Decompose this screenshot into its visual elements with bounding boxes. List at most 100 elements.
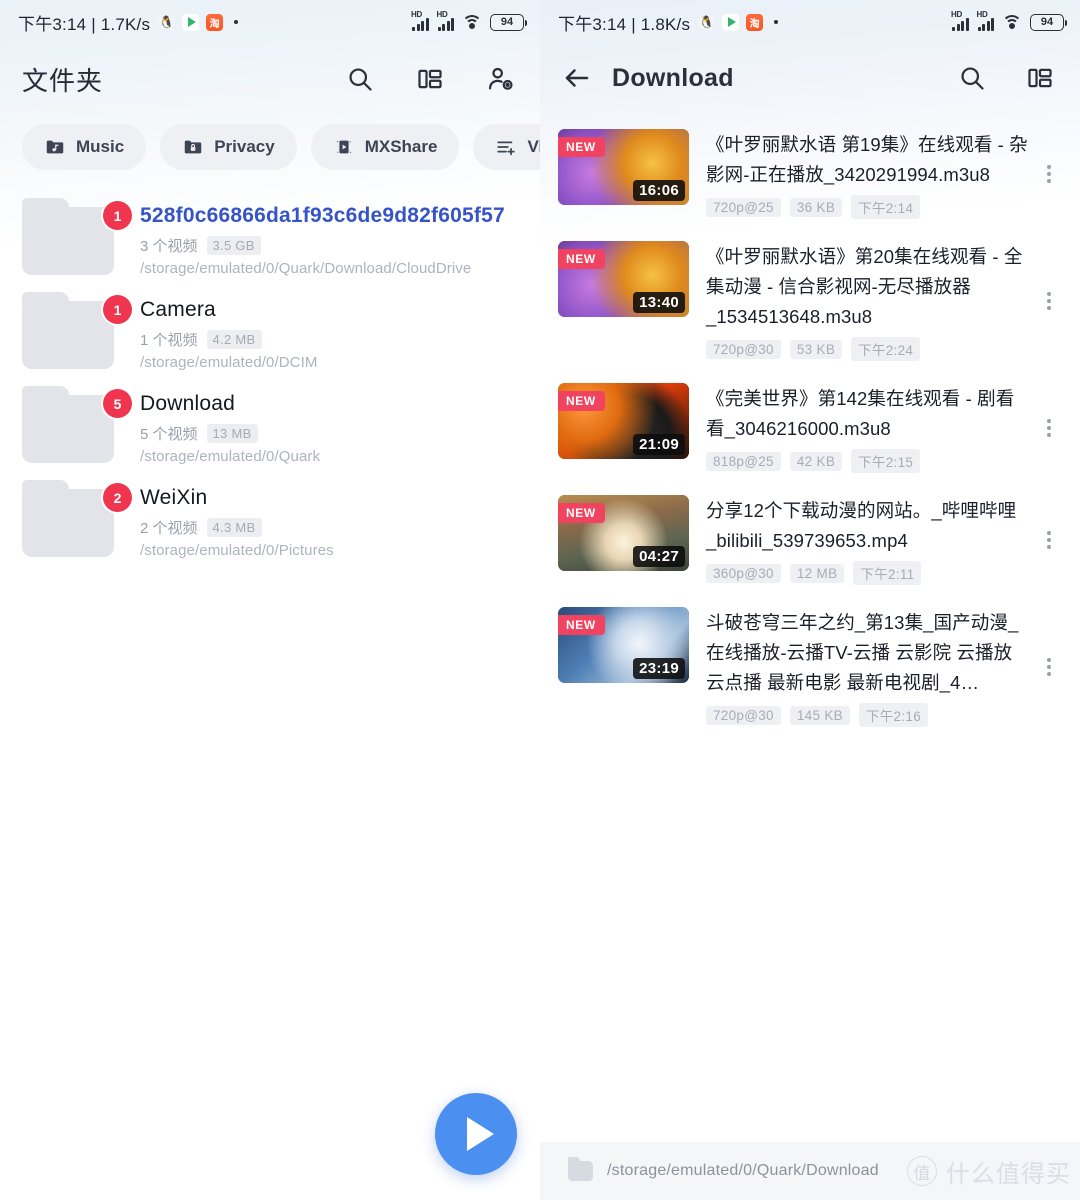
chip-label: Privacy	[214, 137, 275, 156]
more-notifications-dot	[774, 20, 779, 24]
left-status-bar: 下午3:14 | 1.7K/s 🐧 淘 HD HD 94	[0, 0, 540, 44]
folder-video-count: 2 个视频	[140, 520, 198, 537]
filter-chips-row[interactable]: Music Privacy MXShare Video l	[0, 102, 540, 170]
page-title: 文件夹	[22, 65, 104, 96]
video-meta: 《叶罗丽默水语 第19集》在线观看 - 杂影网-正在播放_3420291994.…	[689, 129, 1034, 219]
folder-path: /storage/emulated/0/Quark	[140, 448, 321, 465]
taobao-icon: 淘	[746, 13, 764, 31]
more-notifications-dot	[234, 20, 239, 24]
overflow-menu-icon[interactable]	[1034, 289, 1064, 313]
video-size: 12 MB	[789, 563, 845, 583]
layout-icon[interactable]	[1026, 64, 1054, 92]
chip-mxshare[interactable]: MXShare	[310, 124, 460, 170]
folder-list: 1 528f0c66866da1f93c6de9d82f605f57 3 个视频…	[0, 170, 540, 568]
status-system-icons: HD HD 94	[411, 10, 527, 32]
folder-video-count: 5 个视频	[140, 426, 198, 443]
video-duration: 21:09	[633, 434, 685, 455]
new-badge: NEW	[558, 249, 605, 269]
video-meta: 斗破苍穹三年之约_第13集_国产动漫_在线播放-云播TV-云播 云影院 云播放 …	[689, 607, 1034, 727]
chip-music[interactable]: Music	[22, 124, 147, 170]
folder-row[interactable]: 5 Download 5 个视频 13 MB /storage/emulated…	[0, 380, 540, 474]
signal-icon-sim2: HD	[437, 10, 454, 32]
video-duration: 04:27	[633, 546, 685, 567]
overflow-menu-icon[interactable]	[1034, 528, 1064, 552]
chip-label: MXShare	[364, 137, 438, 156]
battery-icon: 94	[490, 13, 527, 31]
video-thumbnail[interactable]: NEW 16:06	[558, 129, 689, 205]
video-quality: 818p@25	[706, 451, 781, 471]
video-thumbnail[interactable]: NEW 13:40	[558, 241, 689, 317]
folder-name: Download	[140, 392, 235, 415]
video-count-badge: 5	[103, 389, 132, 418]
right-app-header: Download	[540, 44, 1080, 102]
current-path-bar: /storage/emulated/0/Quark/Download 值 什么值…	[540, 1142, 1080, 1200]
layout-icon[interactable]	[416, 65, 444, 93]
video-count-badge: 2	[103, 483, 132, 512]
left-app-header: 文件夹	[0, 44, 540, 102]
video-thumbnail[interactable]: NEW 04:27	[558, 495, 689, 571]
folder-meta: Download 5 个视频 13 MB /storage/emulated/0…	[117, 389, 320, 465]
watermark: 值 什么值得买	[906, 1154, 1071, 1189]
video-time: 下午2:14	[851, 195, 921, 219]
video-row[interactable]: NEW 23:19 斗破苍穹三年之约_第13集_国产动漫_在线播放-云播TV-云…	[540, 596, 1080, 738]
chip-privacy[interactable]: Privacy	[160, 124, 297, 170]
video-quality: 720p@30	[706, 339, 781, 359]
video-meta: 分享12个下载动漫的网站。_哔哩哔哩_bilibili_539739653.mp…	[689, 495, 1034, 585]
overflow-menu-icon[interactable]	[1034, 416, 1064, 440]
folder-row[interactable]: 2 WeiXin 2 个视频 4.3 MB /storage/emulated/…	[0, 474, 540, 568]
wifi-icon	[462, 14, 482, 30]
signal-icon-sim1: HD	[951, 10, 969, 32]
new-badge: NEW	[558, 503, 605, 523]
video-quality: 720p@25	[706, 197, 781, 217]
video-time: 下午2:16	[858, 703, 929, 727]
search-icon[interactable]	[958, 64, 986, 92]
new-badge: NEW	[558, 615, 605, 635]
status-time-speed: 下午3:14 | 1.8K/s	[558, 14, 691, 34]
folder-title: Download	[612, 63, 734, 92]
dual-screenshot-container: 下午3:14 | 1.7K/s 🐧 淘 HD HD 94 文件夹 Music P…	[0, 0, 1080, 1200]
chip-label: Music	[76, 137, 125, 156]
folder-music-icon	[46, 140, 64, 154]
account-icon[interactable]	[486, 65, 514, 93]
video-quality: 720p@30	[706, 705, 781, 725]
overflow-menu-icon[interactable]	[1034, 655, 1064, 679]
video-row[interactable]: NEW 16:06 《叶罗丽默水语 第19集》在线观看 - 杂影网-正在播放_3…	[540, 118, 1080, 230]
video-time: 下午2:11	[853, 561, 922, 585]
video-quality: 360p@30	[706, 563, 781, 583]
status-system-icons: HD HD 94	[951, 10, 1067, 32]
video-thumbnail[interactable]: NEW 21:09	[558, 383, 689, 459]
folder-size: 4.2 MB	[206, 330, 262, 349]
mxshare-icon	[336, 140, 351, 154]
video-row[interactable]: NEW 04:27 分享12个下载动漫的网站。_哔哩哔哩_bilibili_53…	[540, 484, 1080, 596]
folder-icon: 1	[22, 198, 132, 275]
qq-icon: 🐧	[698, 13, 716, 31]
folder-row[interactable]: 1 528f0c66866da1f93c6de9d82f605f57 3 个视频…	[0, 192, 540, 286]
video-row[interactable]: NEW 13:40 《叶罗丽默水语》第20集在线观看 - 全集动漫 - 信合影视…	[540, 230, 1080, 372]
chip-video-list[interactable]: Video l	[473, 124, 540, 170]
left-phone-screen: 下午3:14 | 1.7K/s 🐧 淘 HD HD 94 文件夹 Music P…	[0, 0, 540, 1200]
signal-icon-sim1: HD	[411, 10, 429, 32]
folder-icon	[568, 1157, 593, 1181]
watermark-badge: 值	[906, 1156, 937, 1186]
video-row[interactable]: NEW 21:09 《完美世界》第142集在线观看 - 剧看看_30462160…	[540, 372, 1080, 484]
play-store-icon	[722, 13, 740, 31]
play-fab-button[interactable]	[435, 1093, 517, 1175]
folder-name: WeiXin	[140, 486, 208, 509]
folder-row[interactable]: 1 Camera 1 个视频 4.2 MB /storage/emulated/…	[0, 286, 540, 380]
video-thumbnail[interactable]: NEW 23:19	[558, 607, 689, 683]
video-list: NEW 16:06 《叶罗丽默水语 第19集》在线观看 - 杂影网-正在播放_3…	[540, 102, 1080, 738]
video-duration: 13:40	[633, 292, 685, 313]
status-time-speed: 下午3:14 | 1.7K/s	[18, 14, 151, 34]
video-title: 《叶罗丽默水语》第20集在线观看 - 全集动漫 - 信合影视网-无尽播放器_15…	[706, 246, 1023, 327]
folder-name: 528f0c66866da1f93c6de9d82f605f57	[140, 204, 505, 227]
folder-meta: Camera 1 个视频 4.2 MB /storage/emulated/0/…	[117, 295, 317, 371]
right-header-actions	[958, 64, 1058, 92]
overflow-menu-icon[interactable]	[1034, 162, 1064, 186]
folder-icon: 5	[22, 386, 132, 463]
watermark-text: 什么值得买	[945, 1160, 1071, 1188]
video-size: 36 KB	[789, 197, 843, 217]
back-arrow-icon[interactable]	[562, 63, 592, 93]
search-icon[interactable]	[346, 65, 374, 93]
video-title: 《完美世界》第142集在线观看 - 剧看看_3046216000.m3u8	[706, 388, 1015, 439]
folder-path: /storage/emulated/0/Pictures	[140, 542, 334, 559]
